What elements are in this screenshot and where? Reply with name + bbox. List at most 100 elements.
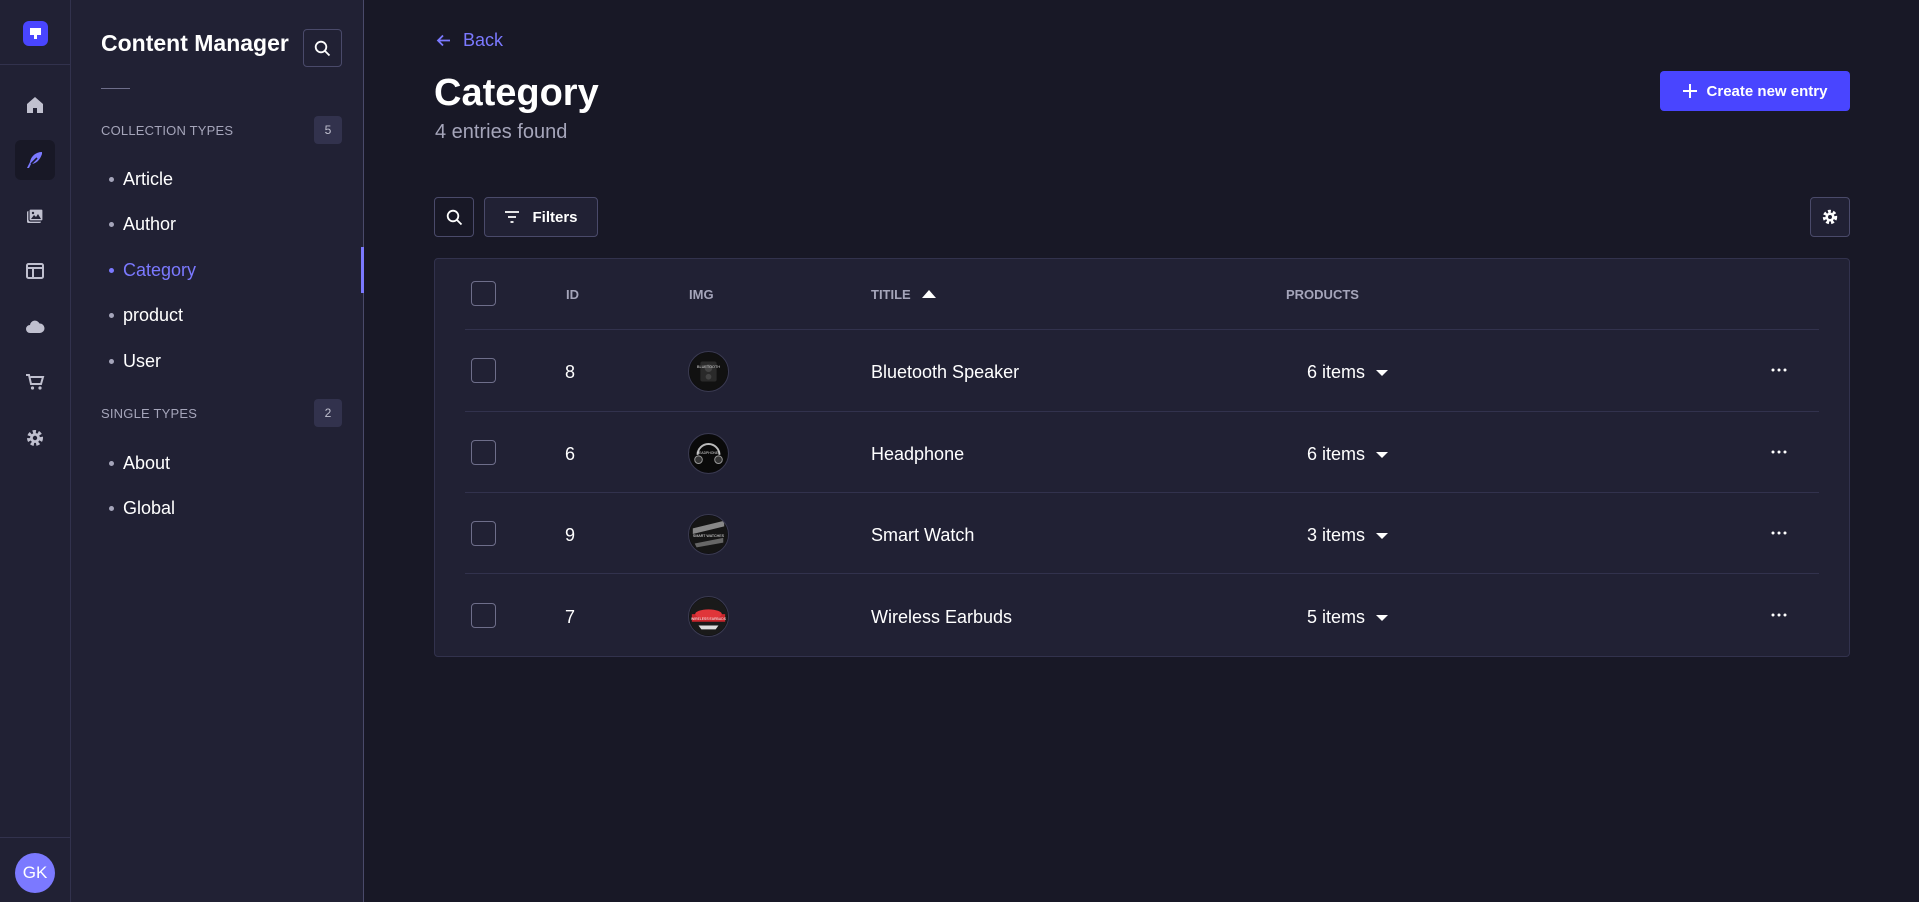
back-link[interactable]: Back: [435, 30, 503, 51]
collection-types-heading[interactable]: COLLECTION TYPES: [101, 123, 233, 138]
subnav-title: Content Manager: [101, 30, 289, 56]
filters-label: Filters: [532, 208, 578, 226]
products-relation-dropdown[interactable]: 3 items: [1307, 525, 1389, 546]
home-icon[interactable]: [15, 85, 55, 125]
bullet: [109, 268, 114, 273]
bullet: [109, 177, 114, 182]
feather-icon[interactable]: [15, 140, 55, 180]
table-search-button[interactable]: [434, 197, 474, 237]
row-title: Wireless Earbuds: [871, 607, 1013, 627]
products-relation-dropdown[interactable]: 6 items: [1307, 362, 1389, 383]
sidebar-item-user[interactable]: User: [109, 351, 161, 372]
gear-icon: [1822, 209, 1838, 225]
column-header-title[interactable]: TITILE: [871, 287, 936, 302]
sidebar-item-about[interactable]: About: [109, 453, 170, 474]
column-header-id[interactable]: ID: [566, 287, 579, 302]
row-image-thumbnail[interactable]: SMART WATCHES: [688, 514, 729, 555]
row-checkbox[interactable]: [471, 358, 496, 383]
row-title: Bluetooth Speaker: [871, 362, 1020, 382]
svg-text:WIRELESS EARBUDS: WIRELESS EARBUDS: [691, 617, 727, 621]
row-id: 8: [565, 362, 576, 382]
single-types-heading[interactable]: SINGLE TYPES: [101, 406, 197, 421]
sidebar-item-label: Author: [123, 214, 177, 234]
sidebar-item-category[interactable]: Category: [109, 260, 196, 281]
row-more-actions-button[interactable]: [1770, 524, 1788, 542]
sidebar-item-label: User: [123, 351, 162, 371]
products-relation-dropdown[interactable]: 5 items: [1307, 607, 1389, 628]
more-horizontal-icon: [1771, 613, 1787, 617]
gear-icon[interactable]: [15, 418, 55, 458]
bullet: [109, 313, 114, 318]
products-count: 6 items: [1307, 444, 1366, 464]
row-more-actions-button[interactable]: [1770, 606, 1788, 624]
cart-icon[interactable]: [15, 362, 55, 402]
subnav-search-button[interactable]: [303, 29, 342, 67]
list-settings-button[interactable]: [1810, 197, 1850, 237]
filters-button[interactable]: Filters: [484, 197, 598, 237]
sidebar-item-author[interactable]: Author: [109, 214, 176, 235]
caret-down-icon: [1376, 532, 1389, 539]
sidebar-item-article[interactable]: Article: [109, 169, 173, 190]
user-avatar[interactable]: GK: [15, 853, 55, 893]
logo-icon[interactable]: [23, 21, 48, 46]
search-icon: [314, 40, 331, 56]
products-count: 6 items: [1307, 362, 1366, 382]
sidebar-item-label: Category: [123, 260, 197, 280]
row-image-thumbnail[interactable]: BLUETOOTH: [688, 351, 729, 392]
media-icon[interactable]: [15, 196, 55, 236]
svg-text:BLUETOOTH: BLUETOOTH: [697, 365, 720, 369]
bullet: [109, 506, 114, 511]
caret-down-icon: [1376, 614, 1389, 621]
row-divider: [465, 492, 1819, 493]
caret-down-icon: [1376, 451, 1389, 458]
entries-count: 4 entries found: [435, 121, 568, 143]
products-count: 5 items: [1307, 607, 1366, 627]
row-divider: [465, 329, 1819, 330]
row-checkbox[interactable]: [471, 440, 496, 465]
row-more-actions-button[interactable]: [1770, 443, 1788, 461]
row-checkbox[interactable]: [471, 521, 496, 546]
row-divider: [465, 573, 1819, 574]
filter-icon: [505, 211, 520, 223]
bullet: [109, 222, 114, 227]
sort-ascending-icon: [921, 290, 936, 298]
products-relation-dropdown[interactable]: 6 items: [1307, 444, 1389, 465]
row-divider: [465, 411, 1819, 412]
sidebar-item-product[interactable]: product: [109, 305, 183, 326]
caret-down-icon: [1376, 369, 1389, 376]
more-horizontal-icon: [1771, 531, 1787, 535]
select-all-checkbox[interactable]: [471, 281, 496, 306]
sidebar-item-label: product: [123, 305, 184, 325]
column-header-products[interactable]: PRODUCTS: [1286, 287, 1359, 302]
single-types-count: 2: [314, 399, 342, 427]
svg-text:HEADPHONES: HEADPHONES: [697, 451, 722, 455]
column-header-label: TITILE: [871, 287, 911, 302]
bullet: [109, 359, 114, 364]
subnav-divider: [101, 88, 130, 89]
row-id: 6: [565, 444, 576, 464]
sidebar-item-label: Global: [123, 498, 176, 518]
main-nav-rail: GK: [0, 0, 71, 902]
page-title: Category: [434, 72, 599, 114]
row-more-actions-button[interactable]: [1770, 361, 1788, 379]
column-header-img[interactable]: IMG: [689, 287, 714, 302]
layout-icon[interactable]: [15, 251, 55, 291]
collection-types-count: 5: [314, 116, 342, 144]
products-count: 3 items: [1307, 525, 1366, 545]
back-label: Back: [463, 30, 504, 50]
plus-icon: [1682, 84, 1697, 98]
bullet: [109, 461, 114, 466]
row-title: Smart Watch: [871, 525, 975, 545]
row-image-thumbnail[interactable]: WIRELESS EARBUDS: [688, 596, 729, 637]
more-horizontal-icon: [1771, 450, 1787, 454]
arrow-left-icon: [436, 34, 450, 47]
cloud-icon[interactable]: [15, 307, 55, 347]
active-indicator: [361, 247, 364, 293]
row-id: 9: [565, 525, 576, 545]
row-image-thumbnail[interactable]: HEADPHONES: [688, 433, 729, 474]
row-checkbox[interactable]: [471, 603, 496, 628]
search-icon: [446, 209, 462, 225]
sidebar-item-global[interactable]: Global: [109, 498, 175, 519]
create-new-entry-button[interactable]: Create new entry: [1660, 71, 1850, 111]
more-horizontal-icon: [1771, 368, 1787, 372]
